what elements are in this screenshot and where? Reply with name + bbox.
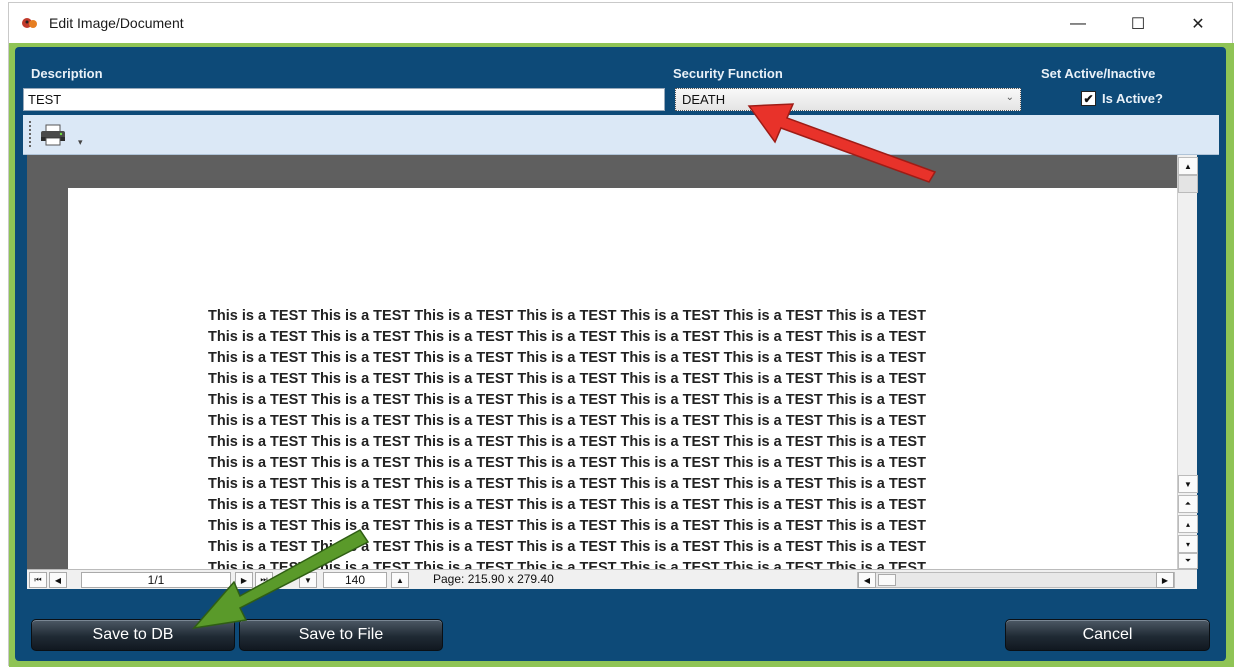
zoom-out-icon[interactable]: ▼ xyxy=(299,572,317,588)
vertical-scrollbar[interactable]: ▲ ▼ ⏶ ▴ ▾ ⏷ xyxy=(1177,155,1198,569)
description-label: Description xyxy=(31,66,103,81)
printer-icon[interactable] xyxy=(39,123,67,147)
prev-page-icon[interactable]: ◀ xyxy=(49,572,67,588)
horizontal-scroll-thumb[interactable] xyxy=(878,574,896,586)
cancel-button[interactable]: Cancel xyxy=(1005,619,1210,651)
window-frame: Description Security Function Set Active… xyxy=(9,43,1234,667)
document-line: This is a TEST This is a TEST This is a … xyxy=(208,413,926,429)
save-to-db-button[interactable]: Save to DB xyxy=(31,619,235,651)
maximize-button[interactable]: ☐ xyxy=(1115,9,1161,39)
main-panel: Description Security Function Set Active… xyxy=(15,47,1226,661)
title-bar: Edit Image/Document — ☐ ✕ xyxy=(9,3,1232,43)
document-line: This is a TEST This is a TEST This is a … xyxy=(208,392,926,408)
document-line: This is a TEST This is a TEST This is a … xyxy=(208,539,926,555)
edit-image-document-window: Edit Image/Document — ☐ ✕ Description Se… xyxy=(8,2,1234,667)
document-line: This is a TEST This is a TEST This is a … xyxy=(208,497,926,513)
is-active-toggle[interactable]: ✔ Is Active? xyxy=(1081,91,1163,106)
page-indicator[interactable]: 1/1 xyxy=(81,572,231,588)
zoom-input[interactable]: 140 xyxy=(323,572,387,588)
scroll-thumb[interactable] xyxy=(1178,175,1198,193)
document-viewer: This is a TEST This is a TEST This is a … xyxy=(27,155,1177,569)
document-line: This is a TEST This is a TEST This is a … xyxy=(208,371,926,387)
save-to-file-button[interactable]: Save to File xyxy=(239,619,443,651)
chevron-down-icon: ⌄ xyxy=(1005,92,1014,103)
page-up-icon[interactable]: ▴ xyxy=(1178,515,1198,533)
is-active-checkbox[interactable]: ✔ xyxy=(1081,91,1096,106)
viewer-status-bar: ⏮ ◀ 1/1 ▶ ⏭ ▼ 140 ▲ Page: 215.90 x 279.4… xyxy=(27,569,1197,589)
document-line: This is a TEST This is a TEST This is a … xyxy=(208,329,926,345)
document-line: This is a TEST This is a TEST This is a … xyxy=(208,434,926,450)
window-title: Edit Image/Document xyxy=(49,15,184,31)
scroll-up-icon[interactable]: ▲ xyxy=(1178,157,1198,175)
document-line: This is a TEST This is a TEST This is a … xyxy=(208,308,926,324)
scroll-right-icon[interactable]: ▶ xyxy=(1156,572,1174,588)
description-input[interactable] xyxy=(23,88,665,111)
toolbar-overflow-icon[interactable]: ▾ xyxy=(78,137,83,148)
page-last-icon[interactable]: ⏷ xyxy=(1178,553,1198,569)
document-line: This is a TEST This is a TEST This is a … xyxy=(208,560,926,569)
first-page-icon[interactable]: ⏮ xyxy=(29,572,47,588)
app-logo-icon xyxy=(22,18,37,28)
scroll-down-icon[interactable]: ▼ xyxy=(1178,475,1198,493)
document-line: This is a TEST This is a TEST This is a … xyxy=(208,518,926,534)
document-line: This is a TEST This is a TEST This is a … xyxy=(208,455,926,471)
page-first-icon[interactable]: ⏶ xyxy=(1178,495,1198,513)
security-function-select[interactable]: DEATH ⌄ xyxy=(675,88,1021,111)
document-text: This is a TEST This is a TEST This is a … xyxy=(208,306,1038,569)
document-page: This is a TEST This is a TEST This is a … xyxy=(68,188,1177,569)
page-size-label: Page: 215.90 x 279.40 xyxy=(433,572,554,586)
document-line: This is a TEST This is a TEST This is a … xyxy=(208,476,926,492)
zoom-in-icon[interactable]: ▲ xyxy=(391,572,409,588)
security-function-value: DEATH xyxy=(682,92,726,107)
set-active-label: Set Active/Inactive xyxy=(1041,66,1156,81)
minimize-button[interactable]: — xyxy=(1055,9,1101,39)
scroll-left-icon[interactable]: ◀ xyxy=(858,572,876,588)
last-page-icon[interactable]: ⏭ xyxy=(255,572,273,588)
toolbar-grip[interactable] xyxy=(29,121,32,147)
security-function-label: Security Function xyxy=(673,66,783,81)
horizontal-scrollbar[interactable]: ◀ ▶ xyxy=(857,572,1175,588)
next-page-icon[interactable]: ▶ xyxy=(235,572,253,588)
close-button[interactable]: ✕ xyxy=(1175,9,1221,39)
checkmark-icon: ✔ xyxy=(1083,91,1094,106)
is-active-label: Is Active? xyxy=(1102,91,1163,106)
viewer-toolbar: ▾ xyxy=(23,115,1219,155)
document-line: This is a TEST This is a TEST This is a … xyxy=(208,350,926,366)
page-down-icon[interactable]: ▾ xyxy=(1178,535,1198,553)
